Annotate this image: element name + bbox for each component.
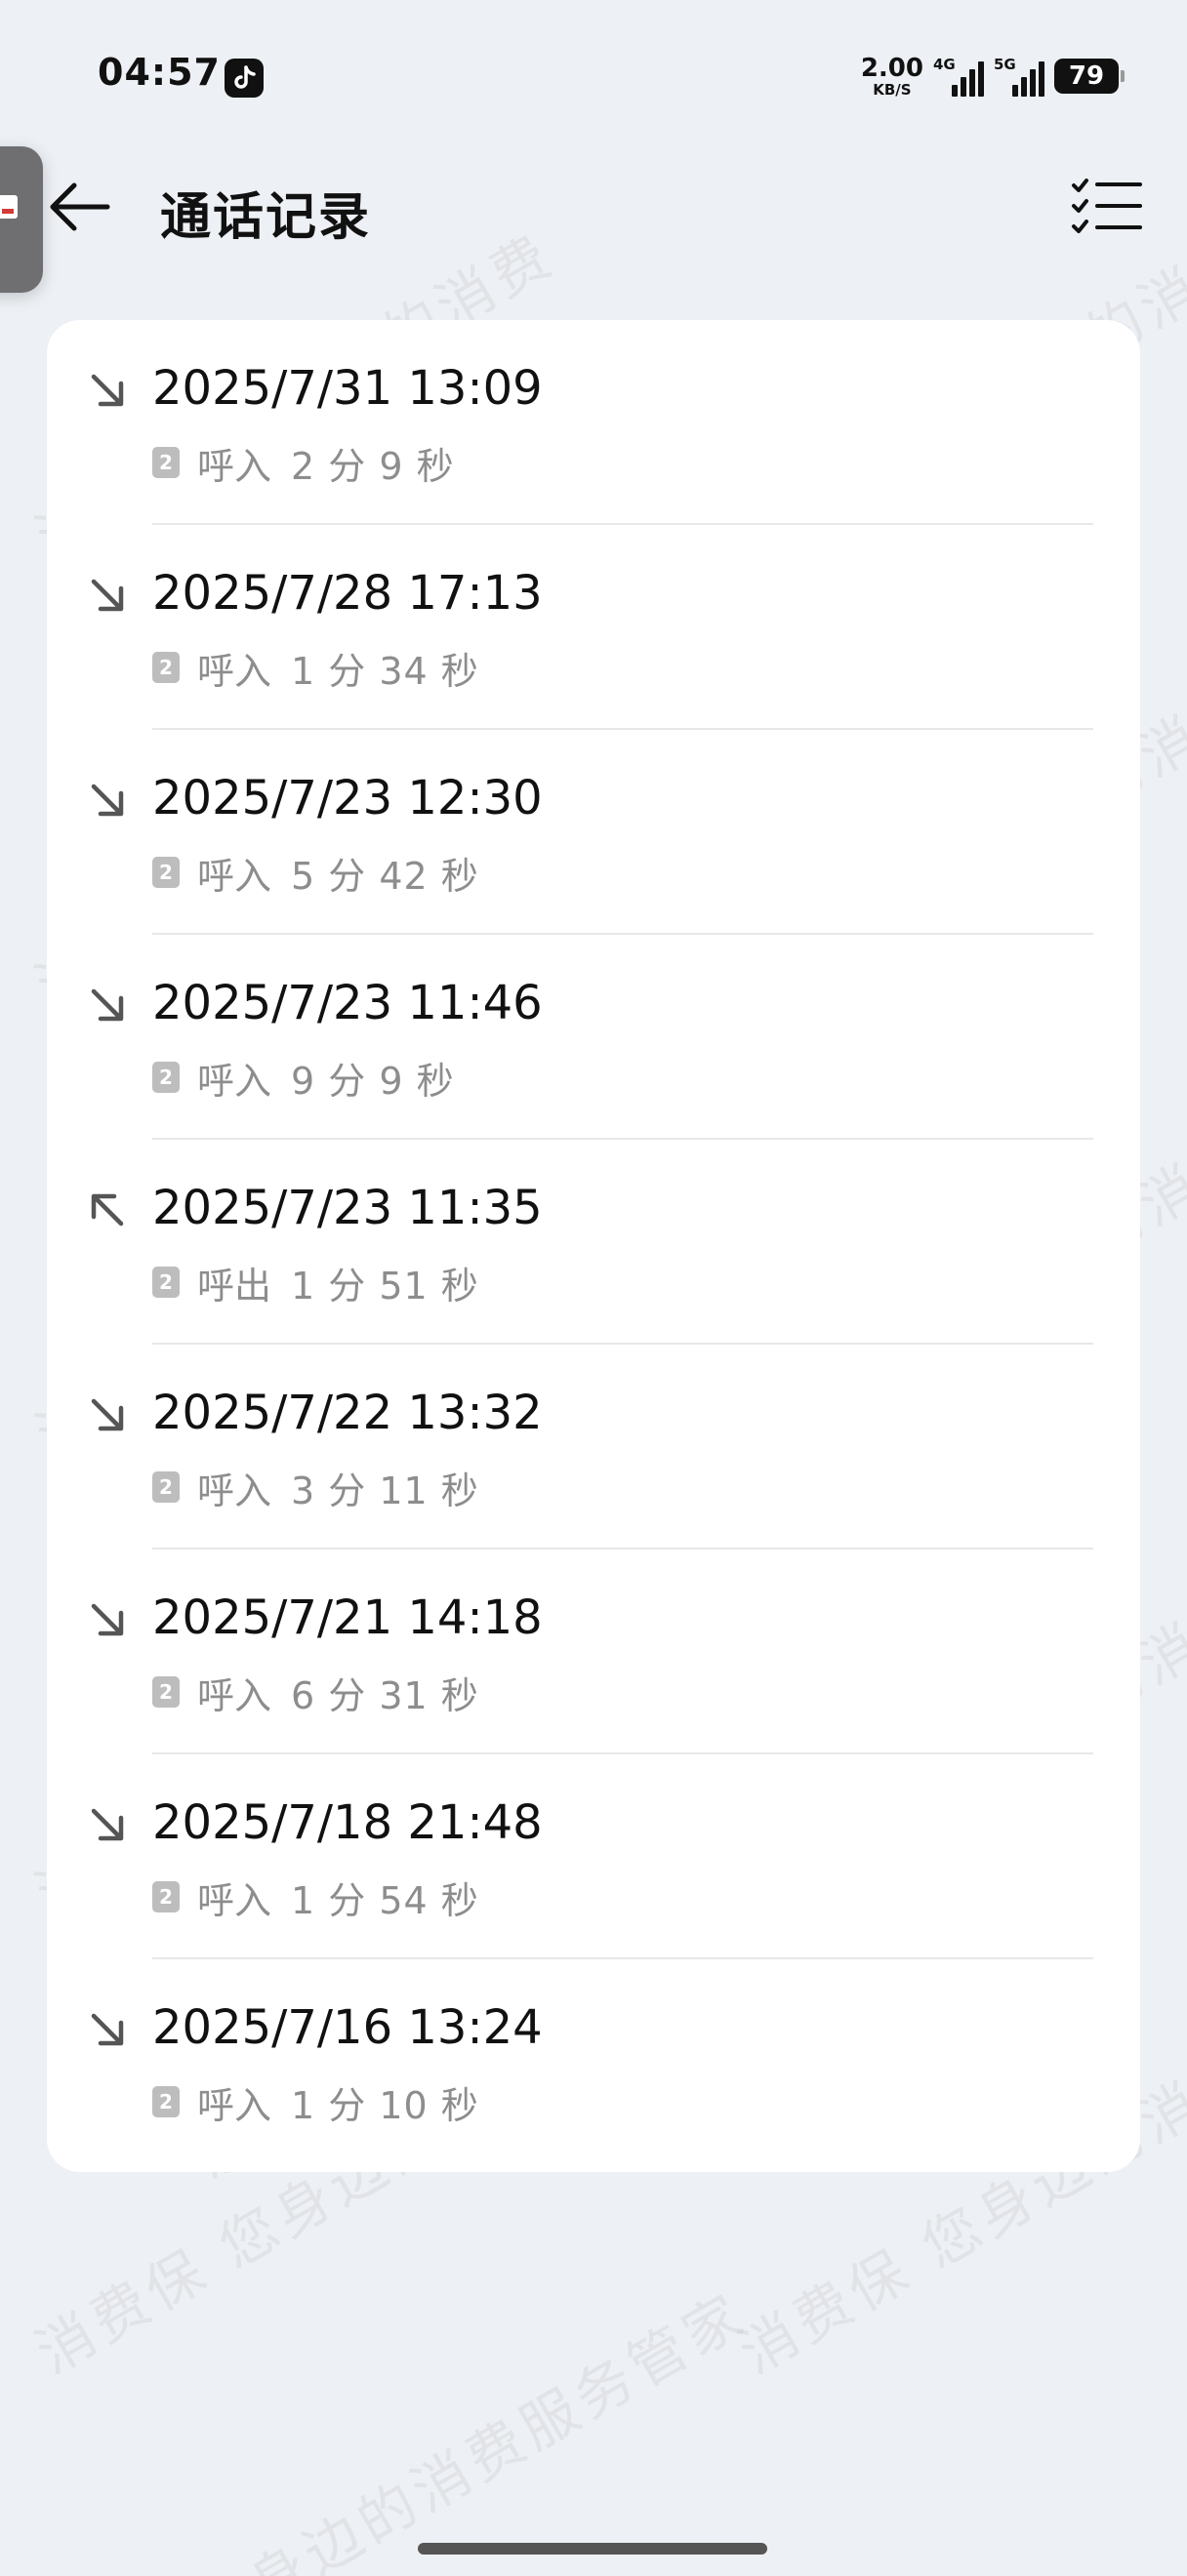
call-date: 2025/7/23 11:46: [152, 976, 543, 1030]
arrow-left-icon: [50, 182, 110, 231]
call-duration: 2 分 9 秒: [291, 444, 455, 488]
incoming-call-icon: [91, 2013, 124, 2046]
home-indicator[interactable]: [418, 2543, 767, 2555]
incoming-call-icon: [91, 1603, 124, 1636]
call-log-item[interactable]: 2025/7/23 11:46 2 呼入 9 分 9 秒: [47, 935, 1140, 1140]
incoming-call-icon: [91, 988, 124, 1022]
call-duration: 6 分 31 秒: [291, 1673, 479, 1717]
call-date: 2025/7/31 13:09: [152, 361, 543, 416]
call-meta: 2 呼入 2 分 9 秒: [152, 439, 455, 488]
incoming-call-icon: [91, 1808, 124, 1841]
signal-5g-icon: 5G: [994, 56, 1044, 97]
call-log-item[interactable]: 2025/7/23 11:35 2 呼出 1 分 51 秒: [47, 1140, 1140, 1345]
call-type: 呼入: [197, 1878, 272, 1922]
status-time: 04:57: [98, 51, 221, 94]
call-log-list: 2025/7/31 13:09 2 呼入 2 分 9 秒 2025/7/28 1…: [47, 320, 1140, 2172]
call-type: 呼入: [197, 649, 272, 693]
sim-card-icon: 2: [152, 1881, 180, 1912]
back-button[interactable]: [43, 172, 121, 242]
status-indicators: 2.00 KB/S 4G 5G 79: [861, 55, 1125, 98]
call-date: 2025/7/23 11:35: [152, 1181, 543, 1235]
sim-card-icon: 2: [152, 1471, 180, 1503]
call-type: 呼入: [197, 854, 272, 898]
status-bar: 04:57 2.00 KB/S 4G 5G 79: [0, 0, 1187, 156]
call-type: 呼入: [197, 1469, 272, 1512]
call-type: 呼入: [197, 2083, 272, 2127]
sim-card-icon: 2: [152, 447, 180, 478]
network-speed-value: 2.00: [860, 53, 923, 83]
call-date: 2025/7/21 14:18: [152, 1590, 543, 1645]
call-log-screen: 消费保 您身边的消费 消费保 您身边的消费 您身边的消费服务管家 消费保 您身边…: [0, 0, 1187, 2576]
page-title: 通话记录: [160, 188, 372, 247]
call-type: 呼入: [197, 1059, 272, 1103]
call-type: 呼入: [197, 444, 272, 488]
call-log-item[interactable]: 2025/7/28 17:13 2 呼入 1 分 34 秒: [47, 525, 1140, 730]
app-thumbnail-icon: [0, 195, 18, 219]
network-speed: 2.00 KB/S: [861, 56, 923, 98]
call-meta: 2 呼入 5 分 42 秒: [152, 849, 479, 898]
incoming-call-icon: [91, 579, 124, 612]
call-meta: 2 呼入 6 分 31 秒: [152, 1669, 479, 1717]
call-duration: 1 分 34 秒: [291, 649, 479, 693]
call-duration: 1 分 10 秒: [291, 2083, 479, 2127]
call-date: 2025/7/22 13:32: [152, 1386, 543, 1440]
call-meta: 2 呼入 9 分 9 秒: [152, 1054, 455, 1103]
call-meta: 2 呼出 1 分 51 秒: [152, 1259, 479, 1308]
incoming-call-icon: [91, 784, 124, 817]
call-duration: 9 分 9 秒: [291, 1059, 455, 1103]
call-meta: 2 呼入 1 分 10 秒: [152, 2078, 479, 2127]
battery-icon: 79: [1054, 59, 1125, 94]
outgoing-call-icon: [91, 1193, 124, 1227]
call-duration: 3 分 11 秒: [291, 1469, 479, 1512]
checklist-icon: [1072, 179, 1142, 233]
incoming-call-icon: [91, 374, 124, 407]
call-duration: 5 分 42 秒: [291, 854, 479, 898]
sim-card-icon: 2: [152, 2086, 180, 2117]
incoming-call-icon: [91, 1398, 124, 1431]
call-duration: 1 分 51 秒: [291, 1264, 479, 1308]
network-speed-unit: KB/S: [873, 80, 912, 99]
call-meta: 2 呼入 1 分 54 秒: [152, 1873, 479, 1922]
call-log-item[interactable]: 2025/7/23 12:30 2 呼入 5 分 42 秒: [47, 730, 1140, 935]
call-date: 2025/7/23 12:30: [152, 771, 543, 825]
call-log-item[interactable]: 2025/7/16 13:24 2 呼入 1 分 10 秒: [47, 1959, 1140, 2164]
watermark: 您身边的消费服务管家: [184, 2279, 758, 2576]
call-type: 呼出: [197, 1264, 272, 1308]
call-log-item[interactable]: 2025/7/22 13:32 2 呼入 3 分 11 秒: [47, 1345, 1140, 1550]
tiktok-notification-icon: [225, 59, 264, 98]
call-date: 2025/7/28 17:13: [152, 566, 543, 621]
call-log-item[interactable]: 2025/7/18 21:48 2 呼入 1 分 54 秒: [47, 1754, 1140, 1959]
call-date: 2025/7/18 21:48: [152, 1795, 543, 1850]
floating-app-bubble[interactable]: [0, 146, 43, 293]
battery-level: 79: [1068, 61, 1105, 91]
sim-card-icon: 2: [152, 652, 180, 683]
call-date: 2025/7/16 13:24: [152, 2000, 543, 2055]
sim-card-icon: 2: [152, 1062, 180, 1093]
call-meta: 2 呼入 1 分 34 秒: [152, 644, 479, 693]
signal-4g-icon: 4G: [933, 56, 984, 97]
sim-card-icon: 2: [152, 1676, 180, 1708]
multi-select-button[interactable]: [1070, 176, 1144, 240]
call-log-item[interactable]: 2025/7/21 14:18 2 呼入 6 分 31 秒: [47, 1550, 1140, 1754]
call-type: 呼入: [197, 1673, 272, 1717]
call-log-item[interactable]: 2025/7/31 13:09 2 呼入 2 分 9 秒: [47, 320, 1140, 525]
sim-card-icon: 2: [152, 857, 180, 888]
sim-card-icon: 2: [152, 1267, 180, 1298]
call-meta: 2 呼入 3 分 11 秒: [152, 1464, 479, 1512]
call-duration: 1 分 54 秒: [291, 1878, 479, 1922]
